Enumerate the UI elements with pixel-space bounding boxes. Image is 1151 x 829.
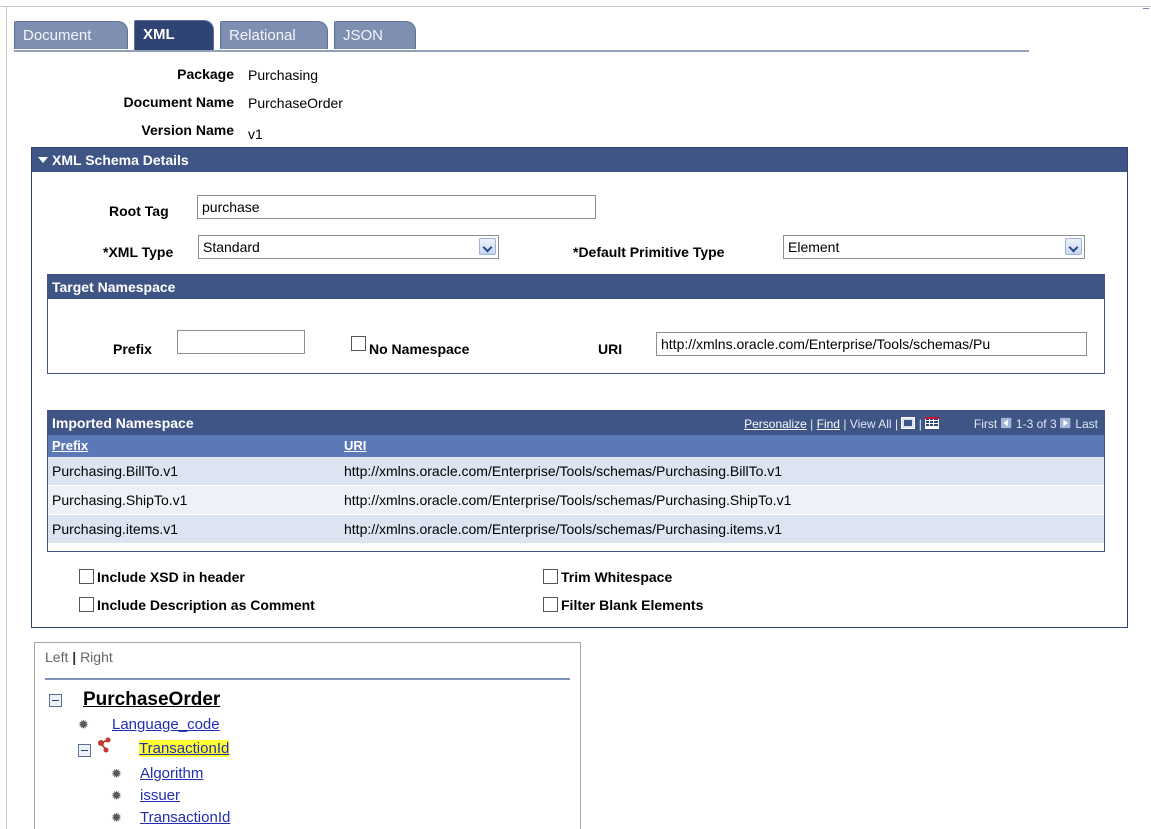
tree-pane-switcher: Left | Right [45, 649, 113, 665]
tree-node-transactionid-selected[interactable]: TransactionId [139, 740, 230, 757]
complex-type-icon [98, 737, 111, 753]
personalize-link[interactable]: Personalize [744, 417, 807, 431]
left-border [6, 6, 7, 829]
no-namespace-label: No Namespace [369, 341, 470, 357]
include-xsd-checkbox[interactable] [79, 569, 94, 584]
target-namespace-group: Target Namespace Prefix No Namespace URI… [47, 274, 1105, 374]
tree-left-link[interactable]: Left [45, 649, 68, 665]
zoom-icon[interactable] [901, 417, 916, 429]
filter-blank-label: Filter Blank Elements [561, 597, 704, 613]
collapse-minus-icon[interactable] [78, 744, 91, 757]
page-range: 1-3 of 3 [1015, 417, 1057, 431]
download-grid-icon[interactable] [925, 417, 940, 429]
imported-namespace-grid: Imported Namespace Personalize | Find | … [47, 410, 1105, 552]
uri-label: URI [598, 341, 623, 357]
tab-underline [14, 50, 1029, 52]
xml-schema-details-panel: XML Schema Details Root Tag purchase *XM… [31, 147, 1128, 628]
table-row-uri: http://xmlns.oracle.com/Enterprise/Tools… [340, 486, 1104, 514]
toolbar-separator: | [843, 417, 847, 431]
toolbar-separator: | [918, 417, 922, 431]
xml-type-value: Standard [203, 239, 260, 255]
xml-schema-details-header[interactable]: XML Schema Details [32, 148, 1127, 172]
document-name-value: PurchaseOrder [248, 95, 343, 111]
table-row-uri: http://xmlns.oracle.com/Enterprise/Tools… [340, 515, 1104, 543]
xml-type-label: *XML Type [103, 244, 174, 260]
grid-toolbar: Personalize | Find | View All | | First … [744, 411, 1098, 437]
package-label: Package [177, 66, 234, 82]
tree-divider [45, 678, 570, 680]
tree-node-language-code[interactable]: Language_code [112, 716, 220, 733]
prefix-column-header[interactable]: Prefix [48, 435, 340, 457]
table-row-prefix: Purchasing.BillTo.v1 [48, 457, 340, 485]
view-all-link[interactable]: View All [850, 417, 892, 431]
corner-mark [1143, 2, 1149, 9]
table-row-prefix: Purchasing.ShipTo.v1 [48, 486, 340, 514]
imported-namespace-header: Imported Namespace Personalize | Find | … [48, 411, 1104, 435]
collapse-minus-icon[interactable] [49, 694, 62, 707]
no-namespace-checkbox[interactable] [351, 336, 366, 351]
table-row-prefix: Purchasing.items.v1 [48, 515, 340, 543]
next-arrow-icon[interactable] [1059, 417, 1072, 429]
uri-input[interactable]: http://xmlns.oracle.com/Enterprise/Tools… [656, 332, 1087, 356]
trim-whitespace-checkbox[interactable] [543, 569, 558, 584]
prefix-label: Prefix [113, 341, 152, 357]
default-primitive-type-label: *Default Primitive Type [573, 244, 725, 260]
uri-column-header[interactable]: URI [340, 435, 1104, 457]
include-xsd-label: Include XSD in header [97, 569, 245, 585]
tree-node-issuer[interactable]: issuer [140, 787, 180, 804]
toolbar-separator: | [810, 417, 814, 431]
toolbar-separator: | [894, 417, 899, 431]
top-border [0, 6, 1151, 7]
chevron-down-icon[interactable] [1065, 238, 1082, 255]
include-description-checkbox[interactable] [79, 597, 94, 612]
tree-pane-separator: | [72, 649, 77, 665]
tree-node-algorithm[interactable]: Algorithm [140, 765, 203, 782]
default-primitive-type-value: Element [788, 239, 840, 255]
xml-schema-details-title: XML Schema Details [52, 152, 189, 168]
version-name-value: v1 [248, 126, 263, 142]
default-primitive-type-select[interactable]: Element [783, 235, 1085, 259]
xml-type-select[interactable]: Standard [198, 235, 499, 259]
prefix-input[interactable] [177, 330, 305, 354]
tree-panel: Left | Right PurchaseOrder ✹ Language_co… [34, 642, 581, 829]
element-gear-icon: ✹ [111, 810, 122, 825]
filter-blank-checkbox[interactable] [543, 597, 558, 612]
tab-relational[interactable]: Relational [220, 21, 328, 49]
element-gear-icon: ✹ [78, 717, 89, 732]
previous-arrow-icon[interactable] [1000, 417, 1013, 429]
tab-document[interactable]: Document [14, 21, 128, 49]
element-gear-icon: ✹ [111, 766, 122, 781]
root-tag-input[interactable]: purchase [197, 195, 596, 219]
find-link[interactable]: Find [817, 417, 840, 431]
tab-xml[interactable]: XML [134, 20, 214, 50]
tab-json[interactable]: JSON [334, 21, 416, 49]
first-label: First [973, 417, 998, 431]
tree-right-link[interactable]: Right [80, 649, 113, 665]
element-gear-icon: ✹ [111, 788, 122, 803]
target-namespace-header: Target Namespace [48, 275, 1104, 299]
table-row-uri: http://xmlns.oracle.com/Enterprise/Tools… [340, 457, 1104, 485]
imported-namespace-title: Imported Namespace [52, 415, 194, 431]
tree-node-transactionid[interactable]: TransactionId [140, 809, 230, 826]
document-name-label: Document Name [123, 94, 234, 110]
version-name-label: Version Name [141, 122, 234, 138]
package-value: Purchasing [248, 67, 319, 83]
tree-root-node[interactable]: PurchaseOrder [83, 689, 220, 711]
last-label: Last [1075, 417, 1098, 431]
chevron-down-icon[interactable] [479, 238, 496, 255]
root-tag-label: Root Tag [109, 203, 169, 219]
include-description-label: Include Description as Comment [97, 597, 315, 613]
collapse-triangle-icon[interactable] [38, 157, 48, 163]
trim-whitespace-label: Trim Whitespace [561, 569, 673, 585]
